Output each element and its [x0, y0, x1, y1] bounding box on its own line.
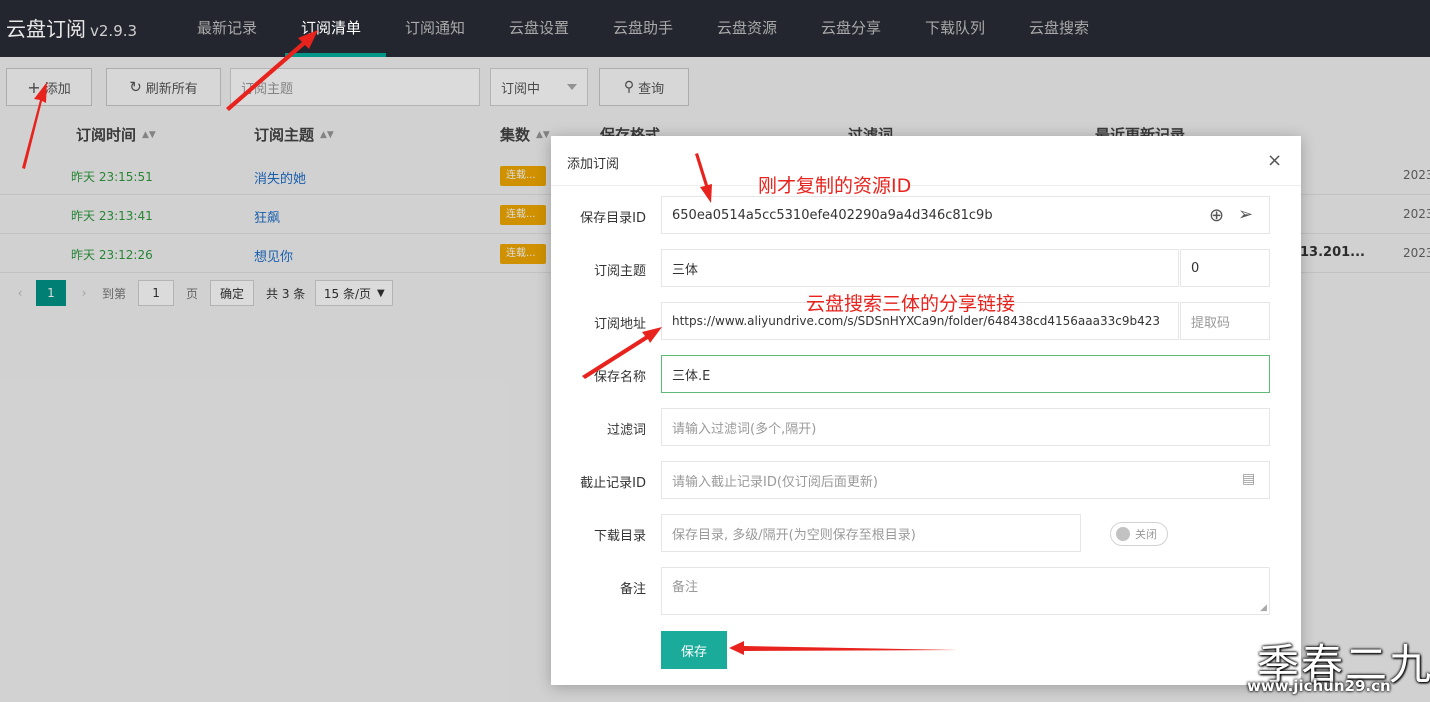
save-name-label: 保存名称 — [593, 370, 646, 385]
nav-item-settings[interactable]: 云盘设置 — [509, 17, 569, 38]
episode-count-input[interactable]: 0 — [1180, 249, 1270, 287]
app-brand: 云盘订阅 v2.9.3 — [6, 13, 137, 42]
dialog-header: 添加订阅 × — [551, 136, 1301, 186]
nav-item-search[interactable]: 云盘搜索 — [1029, 17, 1089, 38]
save-name-input[interactable]: 三体.E — [661, 355, 1270, 393]
stop-id-input[interactable]: 请输入截止记录ID(仅订阅后面更新) — [661, 461, 1270, 499]
download-dir-label: 下载目录 — [593, 529, 646, 544]
toggle-label: 关闭 — [1135, 528, 1157, 541]
filter-label: 过滤词 — [606, 423, 646, 438]
extract-code-input[interactable]: 提取码 — [1180, 302, 1270, 340]
save-button[interactable]: 保存 — [661, 631, 727, 669]
watermark-url: www.jichun29.cn — [1247, 677, 1391, 695]
document-icon[interactable]: ▤ — [1242, 471, 1255, 487]
top-nav-bar: 云盘订阅 v2.9.3 最新记录 订阅清单 订阅通知 云盘设置 云盘助手 云盘资源… — [0, 0, 1430, 57]
download-dir-input[interactable]: 保存目录, 多级/隔开(为空则保存至根目录) — [661, 514, 1081, 552]
nav-item-download-queue[interactable]: 下载队列 — [925, 17, 985, 38]
add-circle-icon[interactable]: ⊕ — [1209, 205, 1224, 226]
filter-input[interactable]: 请输入过滤词(多个,隔开) — [661, 408, 1270, 446]
nav-item-share[interactable]: 云盘分享 — [821, 17, 881, 38]
app-version: v2.9.3 — [90, 22, 138, 40]
dialog-title: 添加订阅 — [567, 157, 620, 172]
nav-item-notifications[interactable]: 订阅通知 — [405, 17, 465, 38]
save-dir-id-label: 保存目录ID — [580, 211, 646, 226]
resize-handle-icon[interactable]: ◢ — [1260, 603, 1267, 613]
url-label: 订阅地址 — [593, 317, 646, 332]
note-label: 备注 — [619, 582, 646, 597]
annotation-share-link: 云盘搜索三体的分享链接 — [806, 293, 1016, 315]
nav-item-latest[interactable]: 最新记录 — [197, 17, 257, 38]
topic-label: 订阅主题 — [593, 264, 646, 279]
stop-id-label: 截止记录ID — [580, 476, 646, 491]
save-dir-id-input[interactable]: 650ea0514a5cc5310efe402290a9a4d346c81c9b — [661, 196, 1270, 234]
download-toggle-switch[interactable]: 关闭 — [1110, 522, 1168, 546]
nav-item-assistant[interactable]: 云盘助手 — [613, 17, 673, 38]
nav-item-resources[interactable]: 云盘资源 — [717, 17, 777, 38]
note-textarea[interactable]: 备注 — [661, 567, 1270, 615]
app-title: 云盘订阅 — [6, 17, 86, 41]
topic-input[interactable]: 三体 — [661, 249, 1179, 287]
close-icon[interactable]: × — [1267, 150, 1282, 171]
nav-item-subscriptions[interactable]: 订阅清单 — [301, 17, 361, 38]
send-icon[interactable]: ➢ — [1238, 204, 1253, 225]
toggle-knob — [1116, 527, 1130, 541]
annotation-resource-id: 刚才复制的资源ID — [758, 175, 912, 197]
